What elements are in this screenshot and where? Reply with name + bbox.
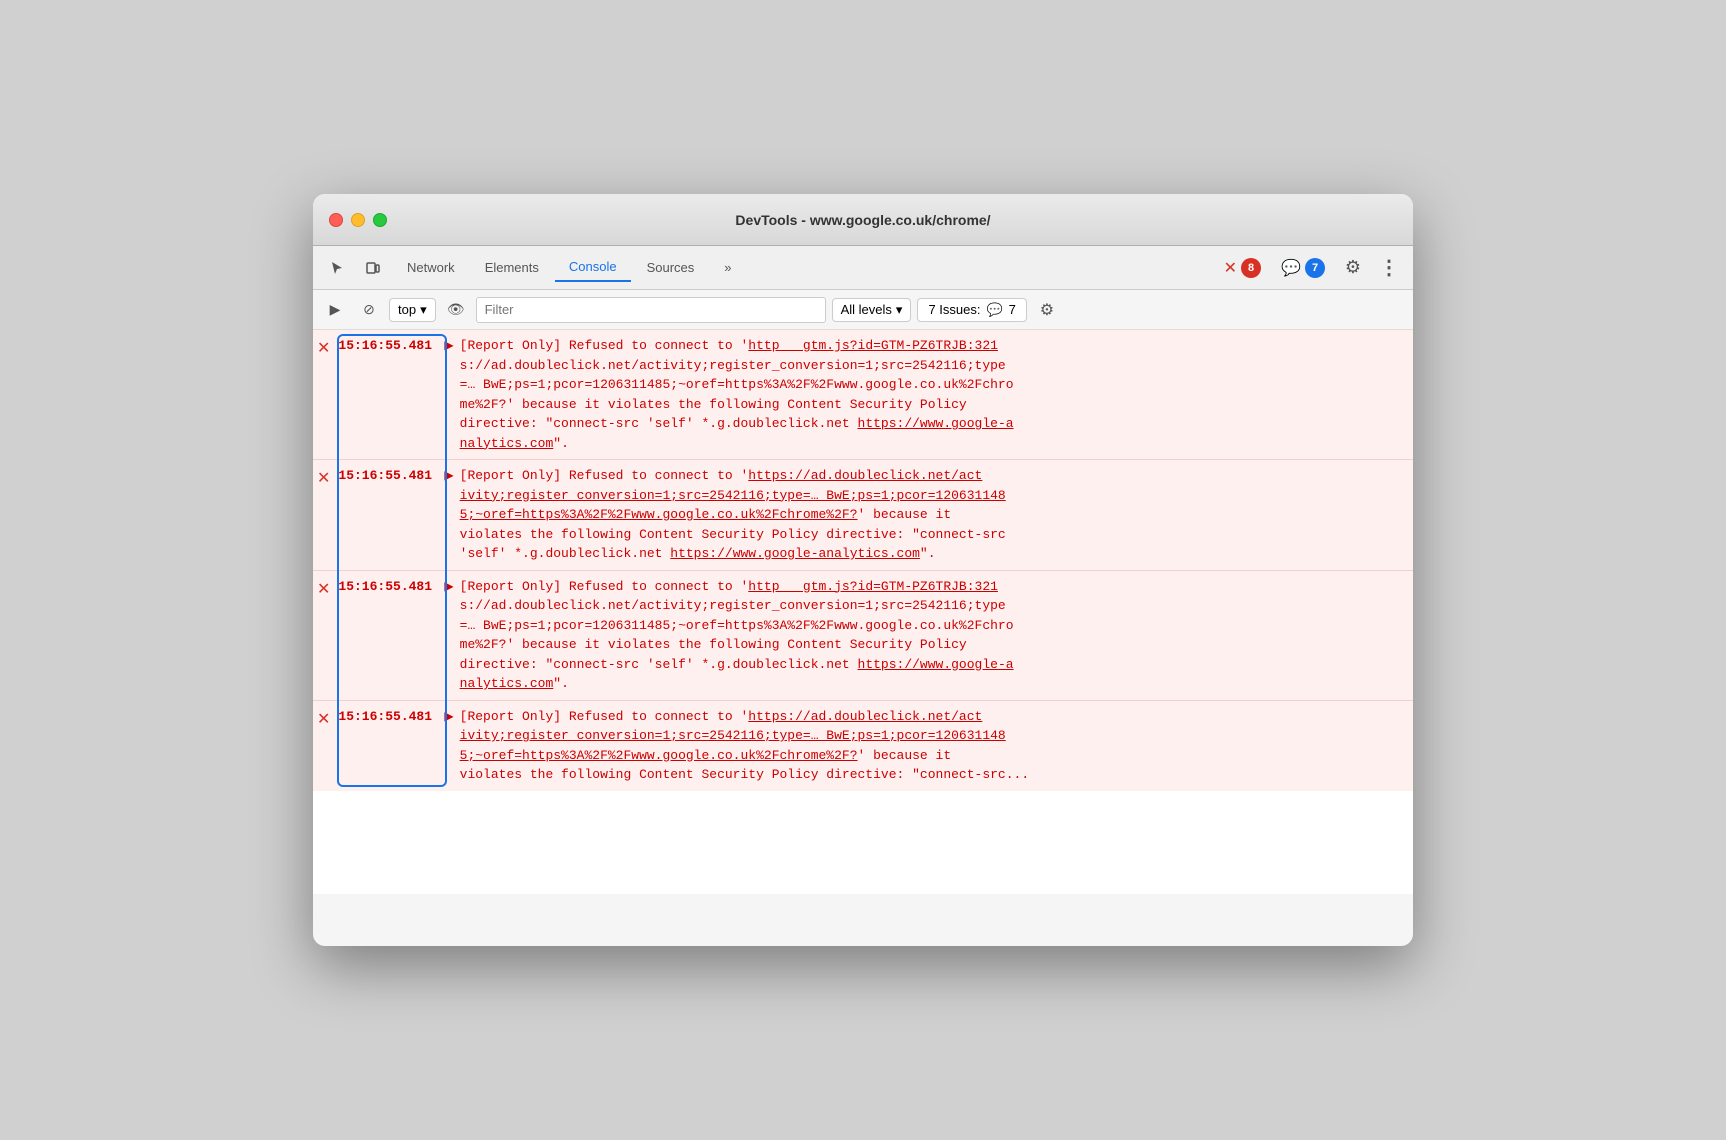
window-title: DevTools - www.google.co.uk/chrome/ <box>735 212 990 228</box>
devtools-window: DevTools - www.google.co.uk/chrome/ Netw… <box>313 194 1413 946</box>
timestamp: 15:16:55.481 <box>334 577 444 596</box>
log-link[interactable]: https://ad.doubleclick.net/act ivity;reg… <box>460 468 1006 522</box>
issues-label: 7 Issues: <box>928 302 980 317</box>
log-link[interactable]: http gtm.js?id=GTM-PZ6TRJB:321 <box>748 579 998 594</box>
traffic-lights <box>329 213 387 227</box>
settings-button[interactable]: ⚙ <box>1337 252 1369 284</box>
tab-sources[interactable]: Sources <box>633 254 709 281</box>
log-link[interactable]: https://www.google-a nalytics.com <box>460 416 1014 451</box>
tab-console[interactable]: Console <box>555 253 631 282</box>
timestamp: 15:16:55.481 <box>334 466 444 485</box>
log-link[interactable]: https://www.google-analytics.com <box>670 546 920 561</box>
error-count: 8 <box>1241 258 1261 278</box>
error-x-icon: ✕ <box>1224 258 1237 278</box>
log-entry: ✕ 15:16:55.481 ▶ [Report Only] Refused t… <box>313 571 1413 701</box>
log-link[interactable]: http gtm.js?id=GTM-PZ6TRJB:321 <box>748 338 998 353</box>
chat-issues-icon: 💬 <box>986 302 1002 318</box>
error-icon: ✕ <box>317 338 330 358</box>
maximize-button[interactable] <box>373 213 387 227</box>
log-link[interactable]: https://www.google-a nalytics.com <box>460 657 1014 692</box>
eye-button[interactable]: 👁 <box>442 296 470 324</box>
timestamp: 15:16:55.481 <box>334 336 444 355</box>
expand-arrow[interactable]: ▶ <box>444 468 453 482</box>
log-entry: ✕ 15:16:55.481 ▶ [Report Only] Refused t… <box>313 330 1413 460</box>
window-body: Network Elements Console Sources » ✕ 8 💬… <box>313 246 1413 946</box>
tab-more[interactable]: » <box>710 254 745 281</box>
levels-arrow: ▾ <box>896 302 903 318</box>
log-entry: ✕ 15:16:55.481 ▶ [Report Only] Refused t… <box>313 701 1413 791</box>
highlighted-entries-group: ✕ 15:16:55.481 ▶ [Report Only] Refused t… <box>313 330 1413 791</box>
issues-count: 7 <box>1009 302 1016 317</box>
log-message: [Report Only] Refused to connect to 'htt… <box>460 466 1409 564</box>
block-button[interactable]: ⊘ <box>355 296 383 324</box>
more-button[interactable]: ⋮ <box>1373 252 1405 284</box>
filter-input[interactable] <box>476 297 826 323</box>
error-badge-button[interactable]: ✕ 8 <box>1216 254 1269 282</box>
dropdown-icon: ▾ <box>420 302 427 318</box>
tab-elements[interactable]: Elements <box>471 254 553 281</box>
log-message: [Report Only] Refused to connect to 'htt… <box>460 336 1409 453</box>
warn-count: 7 <box>1305 258 1325 278</box>
levels-dropdown[interactable]: All levels ▾ <box>832 298 912 322</box>
close-button[interactable] <box>329 213 343 227</box>
expand-arrow[interactable]: ▶ <box>444 579 453 593</box>
log-message: [Report Only] Refused to connect to 'htt… <box>460 707 1409 785</box>
error-icon: ✕ <box>317 579 330 599</box>
log-link[interactable]: https://ad.doubleclick.net/act ivity;reg… <box>460 709 1006 763</box>
top-label: top <box>398 302 416 317</box>
error-icon: ✕ <box>317 709 330 729</box>
minimize-button[interactable] <box>351 213 365 227</box>
play-button[interactable]: ▶ <box>321 296 349 324</box>
top-selector[interactable]: top ▾ <box>389 298 436 322</box>
tab-toolbar: Network Elements Console Sources » ✕ 8 💬… <box>313 246 1413 290</box>
tab-navigation: Network Elements Console Sources » <box>393 253 746 282</box>
console-toolbar: ▶ ⊘ top ▾ 👁 All levels ▾ 7 Issues: 💬 7 ⚙ <box>313 290 1413 330</box>
expand-arrow[interactable]: ▶ <box>444 709 453 723</box>
expand-arrow[interactable]: ▶ <box>444 338 453 352</box>
cursor-icon[interactable] <box>321 252 353 284</box>
titlebar: DevTools - www.google.co.uk/chrome/ <box>313 194 1413 246</box>
console-settings-button[interactable]: ⚙ <box>1033 296 1061 324</box>
timestamp: 15:16:55.481 <box>334 707 444 726</box>
issues-button[interactable]: 7 Issues: 💬 7 <box>917 298 1026 322</box>
chat-icon: 💬 <box>1281 258 1301 278</box>
log-message: [Report Only] Refused to connect to 'htt… <box>460 577 1409 694</box>
levels-label: All levels <box>841 302 892 317</box>
tab-network[interactable]: Network <box>393 254 469 281</box>
error-icon: ✕ <box>317 468 330 488</box>
warn-badge-button[interactable]: 💬 7 <box>1273 254 1333 282</box>
log-entry: ✕ 15:16:55.481 ▶ [Report Only] Refused t… <box>313 460 1413 571</box>
device-icon[interactable] <box>357 252 389 284</box>
console-content: ✕ 15:16:55.481 ▶ [Report Only] Refused t… <box>313 330 1413 894</box>
